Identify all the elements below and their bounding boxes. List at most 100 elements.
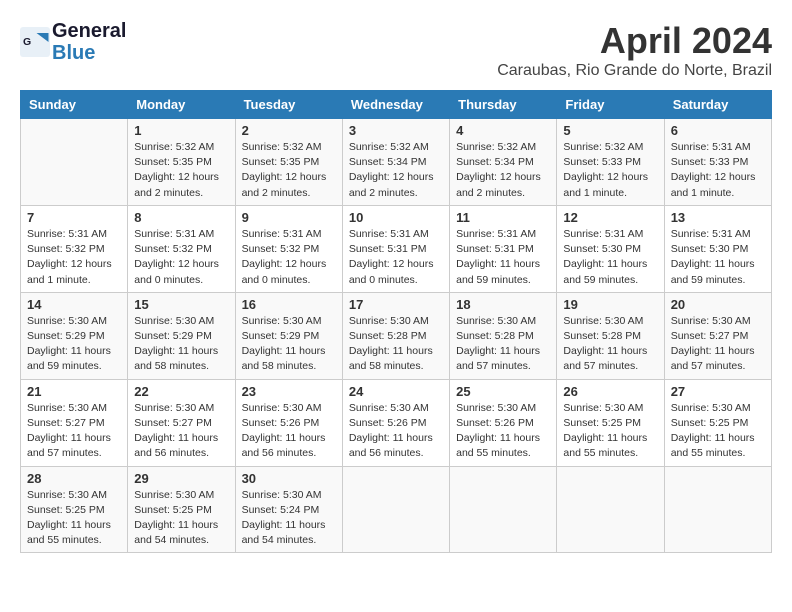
calendar-cell: 3Sunrise: 5:32 AMSunset: 5:34 PMDaylight… bbox=[342, 119, 449, 206]
day-number: 18 bbox=[456, 297, 550, 312]
day-info: Sunrise: 5:32 AMSunset: 5:33 PMDaylight:… bbox=[563, 140, 657, 201]
calendar-cell bbox=[557, 466, 664, 553]
day-info: Sunrise: 5:32 AMSunset: 5:34 PMDaylight:… bbox=[456, 140, 550, 201]
day-info: Sunrise: 5:30 AMSunset: 5:24 PMDaylight:… bbox=[242, 488, 336, 549]
day-number: 2 bbox=[242, 123, 336, 138]
calendar-table: SundayMondayTuesdayWednesdayThursdayFrid… bbox=[20, 90, 772, 553]
calendar-cell: 18 Sunrise: 5:30 AMSunset: 5:28 PMDayligh… bbox=[450, 292, 557, 379]
month-title: April 2024 bbox=[497, 20, 772, 62]
day-number: 5 bbox=[563, 123, 657, 138]
day-info: Sunrise: 5:31 AMSunset: 5:30 PMDaylight:… bbox=[563, 227, 657, 288]
day-info: Sunrise: 5:31 AMSunset: 5:32 PMDaylight:… bbox=[242, 227, 336, 288]
day-info: Sunrise: 5:32 AMSunset: 5:34 PMDaylight:… bbox=[349, 140, 443, 201]
calendar-cell bbox=[664, 466, 771, 553]
calendar-cell: 23Sunrise: 5:30 AMSunset: 5:26 PMDayligh… bbox=[235, 379, 342, 466]
day-info: Sunrise: 5:30 AMSunset: 5:27 PMDaylight:… bbox=[134, 401, 228, 462]
title-block: April 2024 Caraubas, Rio Grande do Norte… bbox=[497, 20, 772, 80]
day-number: 22 bbox=[134, 384, 228, 399]
logo-icon: G bbox=[20, 27, 50, 57]
calendar-cell: 6 Sunrise: 5:31 AMSunset: 5:33 PMDaylight… bbox=[664, 119, 771, 206]
svg-text:G: G bbox=[23, 36, 31, 48]
calendar-cell: 13Sunrise: 5:31 AMSunset: 5:30 PMDayligh… bbox=[664, 205, 771, 292]
calendar-cell: 5 Sunrise: 5:32 AMSunset: 5:33 PMDaylight… bbox=[557, 119, 664, 206]
calendar-week-row: 28 Sunrise: 5:30 AMSunset: 5:25 PMDayligh… bbox=[21, 466, 772, 553]
calendar-cell: 16 Sunrise: 5:30 AMSunset: 5:29 PMDayligh… bbox=[235, 292, 342, 379]
calendar-cell bbox=[342, 466, 449, 553]
day-info: Sunrise: 5:30 AMSunset: 5:27 PMDaylight:… bbox=[27, 401, 121, 462]
weekday-header: Saturday bbox=[664, 91, 771, 119]
calendar-cell: 27 Sunrise: 5:30 AMSunset: 5:25 PMDayligh… bbox=[664, 379, 771, 466]
calendar-header: SundayMondayTuesdayWednesdayThursdayFrid… bbox=[21, 91, 772, 119]
day-number: 9 bbox=[242, 210, 336, 225]
day-number: 24 bbox=[349, 384, 443, 399]
day-info: Sunrise: 5:30 AMSunset: 5:26 PMDaylight:… bbox=[456, 401, 550, 462]
day-number: 16 bbox=[242, 297, 336, 312]
calendar-cell: 7Sunrise: 5:31 AMSunset: 5:32 PMDaylight… bbox=[21, 205, 128, 292]
calendar-week-row: 1 Sunrise: 5:32 AMSunset: 5:35 PMDaylight… bbox=[21, 119, 772, 206]
day-info: Sunrise: 5:31 AMSunset: 5:32 PMDaylight:… bbox=[134, 227, 228, 288]
day-info: Sunrise: 5:31 AMSunset: 5:33 PMDaylight:… bbox=[671, 140, 765, 201]
day-number: 6 bbox=[671, 123, 765, 138]
day-info: Sunrise: 5:32 AMSunset: 5:35 PMDaylight:… bbox=[134, 140, 228, 201]
weekday-header: Monday bbox=[128, 91, 235, 119]
weekday-header: Tuesday bbox=[235, 91, 342, 119]
day-number: 25 bbox=[456, 384, 550, 399]
day-number: 27 bbox=[671, 384, 765, 399]
weekday-header: Wednesday bbox=[342, 91, 449, 119]
day-number: 20 bbox=[671, 297, 765, 312]
calendar-cell: 20Sunrise: 5:30 AMSunset: 5:27 PMDayligh… bbox=[664, 292, 771, 379]
day-info: Sunrise: 5:31 AMSunset: 5:31 PMDaylight:… bbox=[456, 227, 550, 288]
calendar-body: 1 Sunrise: 5:32 AMSunset: 5:35 PMDaylight… bbox=[21, 119, 772, 553]
day-info: Sunrise: 5:30 AMSunset: 5:28 PMDaylight:… bbox=[349, 314, 443, 375]
calendar-week-row: 7Sunrise: 5:31 AMSunset: 5:32 PMDaylight… bbox=[21, 205, 772, 292]
calendar-cell: 25 Sunrise: 5:30 AMSunset: 5:26 PMDayligh… bbox=[450, 379, 557, 466]
day-number: 12 bbox=[563, 210, 657, 225]
calendar-cell: 15Sunrise: 5:30 AMSunset: 5:29 PMDayligh… bbox=[128, 292, 235, 379]
day-info: Sunrise: 5:30 AMSunset: 5:25 PMDaylight:… bbox=[134, 488, 228, 549]
day-number: 26 bbox=[563, 384, 657, 399]
calendar-cell: 22 Sunrise: 5:30 AMSunset: 5:27 PMDayligh… bbox=[128, 379, 235, 466]
day-info: Sunrise: 5:31 AMSunset: 5:31 PMDaylight:… bbox=[349, 227, 443, 288]
weekday-header: Sunday bbox=[21, 91, 128, 119]
weekday-header: Thursday bbox=[450, 91, 557, 119]
calendar-cell: 2 Sunrise: 5:32 AMSunset: 5:35 PMDaylight… bbox=[235, 119, 342, 206]
calendar-week-row: 21 Sunrise: 5:30 AMSunset: 5:27 PMDayligh… bbox=[21, 379, 772, 466]
day-info: Sunrise: 5:30 AMSunset: 5:26 PMDaylight:… bbox=[349, 401, 443, 462]
day-info: Sunrise: 5:32 AMSunset: 5:35 PMDaylight:… bbox=[242, 140, 336, 201]
day-number: 17 bbox=[349, 297, 443, 312]
day-number: 23 bbox=[242, 384, 336, 399]
day-info: Sunrise: 5:30 AMSunset: 5:29 PMDaylight:… bbox=[27, 314, 121, 375]
day-info: Sunrise: 5:30 AMSunset: 5:29 PMDaylight:… bbox=[242, 314, 336, 375]
logo-text: General Blue bbox=[52, 20, 126, 64]
day-number: 8 bbox=[134, 210, 228, 225]
day-number: 30 bbox=[242, 471, 336, 486]
day-info: Sunrise: 5:30 AMSunset: 5:25 PMDaylight:… bbox=[27, 488, 121, 549]
day-number: 4 bbox=[456, 123, 550, 138]
day-number: 1 bbox=[134, 123, 228, 138]
day-info: Sunrise: 5:31 AMSunset: 5:32 PMDaylight:… bbox=[27, 227, 121, 288]
day-number: 28 bbox=[27, 471, 121, 486]
calendar-cell: 1 Sunrise: 5:32 AMSunset: 5:35 PMDaylight… bbox=[128, 119, 235, 206]
calendar-cell bbox=[21, 119, 128, 206]
calendar-cell: 4 Sunrise: 5:32 AMSunset: 5:34 PMDaylight… bbox=[450, 119, 557, 206]
calendar-cell bbox=[450, 466, 557, 553]
day-number: 13 bbox=[671, 210, 765, 225]
day-number: 29 bbox=[134, 471, 228, 486]
day-number: 21 bbox=[27, 384, 121, 399]
day-info: Sunrise: 5:30 AMSunset: 5:25 PMDaylight:… bbox=[671, 401, 765, 462]
day-info: Sunrise: 5:30 AMSunset: 5:28 PMDaylight:… bbox=[563, 314, 657, 375]
calendar-cell: 17 Sunrise: 5:30 AMSunset: 5:28 PMDayligh… bbox=[342, 292, 449, 379]
location-subtitle: Caraubas, Rio Grande do Norte, Brazil bbox=[497, 62, 772, 80]
calendar-cell: 12 Sunrise: 5:31 AMSunset: 5:30 PMDayligh… bbox=[557, 205, 664, 292]
calendar-cell: 19Sunrise: 5:30 AMSunset: 5:28 PMDayligh… bbox=[557, 292, 664, 379]
calendar-cell: 14Sunrise: 5:30 AMSunset: 5:29 PMDayligh… bbox=[21, 292, 128, 379]
weekday-header: Friday bbox=[557, 91, 664, 119]
calendar-cell: 11 Sunrise: 5:31 AMSunset: 5:31 PMDayligh… bbox=[450, 205, 557, 292]
day-number: 11 bbox=[456, 210, 550, 225]
calendar-week-row: 14Sunrise: 5:30 AMSunset: 5:29 PMDayligh… bbox=[21, 292, 772, 379]
calendar-cell: 30 Sunrise: 5:30 AMSunset: 5:24 PMDayligh… bbox=[235, 466, 342, 553]
day-info: Sunrise: 5:30 AMSunset: 5:28 PMDaylight:… bbox=[456, 314, 550, 375]
calendar-cell: 9 Sunrise: 5:31 AMSunset: 5:32 PMDaylight… bbox=[235, 205, 342, 292]
page-header: G General Blue April 2024 Caraubas, Rio … bbox=[20, 20, 772, 80]
day-info: Sunrise: 5:30 AMSunset: 5:29 PMDaylight:… bbox=[134, 314, 228, 375]
